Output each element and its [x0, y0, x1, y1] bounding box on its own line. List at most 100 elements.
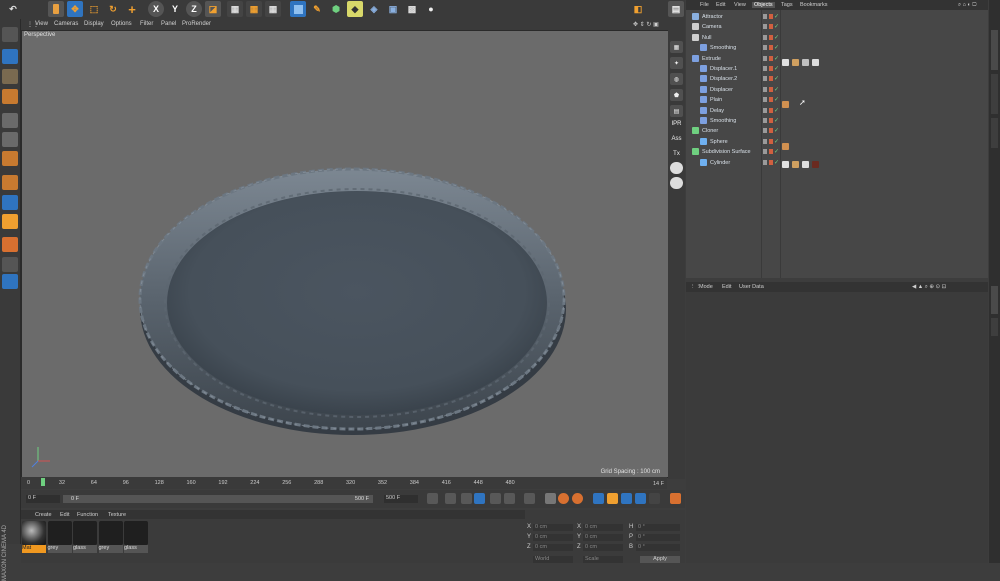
visibility-dots-icon[interactable]	[769, 66, 773, 71]
object-row[interactable]: Smoothing ✓	[686, 43, 988, 53]
position-field[interactable]: 0 cm	[533, 534, 573, 541]
menu-options[interactable]: Options	[111, 21, 132, 27]
polygons-mode-icon[interactable]	[2, 151, 18, 166]
visibility-dots-icon[interactable]	[769, 76, 773, 82]
phong-tag-icon[interactable]	[782, 59, 789, 66]
keyframe-selection-icon[interactable]	[572, 493, 583, 504]
visibility-dots-icon[interactable]	[769, 14, 773, 19]
menu-display[interactable]: Display	[84, 21, 104, 27]
layer-flag-icon[interactable]	[763, 24, 767, 30]
previous-frame-icon[interactable]	[461, 493, 472, 504]
attr-nav-icons[interactable]: ◀ ▲ ⌕ ⊕ ⊙ ⊡	[912, 284, 946, 291]
camera-icon[interactable]: ▣	[385, 1, 401, 17]
menu-cameras[interactable]: Cameras	[54, 21, 78, 27]
next-frame-icon[interactable]	[490, 493, 501, 504]
material-swatch[interactable]: glass	[124, 521, 148, 553]
render-view-icon[interactable]: ▦	[227, 1, 243, 17]
snap-icon[interactable]	[2, 214, 18, 229]
visibility-dots-icon[interactable]	[769, 24, 773, 30]
object-row[interactable]: Plain ✓	[686, 95, 988, 105]
points-mode-icon[interactable]	[2, 113, 18, 128]
undo-icon[interactable]: ↶	[5, 1, 21, 17]
enable-axis-icon[interactable]	[2, 237, 18, 252]
phong-tag-icon[interactable]	[782, 161, 789, 168]
menu-prorender[interactable]: ProRender	[182, 21, 211, 27]
z-axis-icon[interactable]: Z	[186, 1, 202, 17]
planar-workplane-icon[interactable]	[2, 274, 18, 289]
material-tag-icon[interactable]	[792, 59, 799, 66]
object-name[interactable]: Plain	[710, 97, 722, 103]
layer-flag-icon[interactable]	[763, 128, 767, 134]
layer-flag-icon[interactable]	[763, 14, 767, 19]
visibility-dots-icon[interactable]	[769, 118, 773, 123]
enabled-check-icon[interactable]: ✓	[774, 65, 779, 72]
enabled-check-icon[interactable]: ✓	[774, 13, 779, 20]
enabled-check-icon[interactable]: ✓	[774, 23, 779, 30]
enabled-check-icon[interactable]: ✓	[774, 148, 779, 155]
menu-view[interactable]: View	[734, 2, 746, 8]
locked-workplane-icon[interactable]	[2, 257, 18, 272]
timeline-ruler[interactable]: 0 32 64 96 128 160 192 224 256 288 320 352 384 416 448…	[21, 477, 667, 489]
object-row[interactable]: Displacer.1 ✓	[686, 64, 988, 74]
playhead[interactable]	[41, 478, 46, 486]
light-bulb-icon[interactable]: ✦	[670, 57, 683, 69]
object-row[interactable]: Smoothing ✓	[686, 116, 988, 126]
texture-mode-icon[interactable]	[2, 69, 18, 84]
rotation-field[interactable]: 0 °	[636, 524, 680, 531]
tweak-mode-icon[interactable]	[2, 195, 18, 210]
object-row[interactable]: Delay ✓	[686, 106, 988, 116]
object-name[interactable]: Smoothing	[710, 118, 736, 124]
menu-edit[interactable]: Edit	[722, 284, 731, 290]
layer-flag-icon[interactable]	[763, 45, 767, 51]
scale-key-icon[interactable]	[607, 493, 618, 504]
layer-flag-icon[interactable]	[763, 97, 767, 103]
object-mode-icon[interactable]	[2, 49, 18, 64]
3d-viewport[interactable]: Perspective Grid Spacing: 100 cm	[21, 30, 669, 478]
visibility-dots-icon[interactable]	[769, 86, 773, 92]
layout-switch-icon[interactable]: ▤	[668, 1, 684, 17]
material-tag-icon[interactable]	[802, 59, 809, 66]
visibility-dots-icon[interactable]	[769, 34, 773, 40]
rotate-icon[interactable]: ↻	[105, 1, 121, 17]
camera-view-icon[interactable]: ▩	[404, 1, 420, 17]
scene-icon[interactable]: ◈	[366, 1, 382, 17]
material-swatch[interactable]: grey	[47, 521, 72, 553]
size-field[interactable]: 0 cm	[583, 524, 623, 531]
deformer-icon[interactable]: ◆	[347, 1, 363, 17]
pause-icon[interactable]	[474, 493, 485, 504]
visibility-dots-icon[interactable]	[769, 97, 773, 103]
shield-icon[interactable]: ⬟	[670, 89, 683, 101]
menu-tags[interactable]: Tags	[781, 2, 793, 8]
layer-flag-icon[interactable]	[763, 76, 767, 82]
checker-tag-icon[interactable]	[802, 161, 809, 168]
menu-file[interactable]: File	[700, 2, 709, 8]
tab-objects[interactable]	[991, 30, 998, 70]
content-browser-icon[interactable]: ▦	[670, 41, 683, 53]
enabled-check-icon[interactable]: ✓	[774, 75, 779, 82]
edges-mode-icon[interactable]	[2, 132, 18, 147]
material-swatch[interactable]: glass	[73, 521, 97, 553]
live-selection-icon[interactable]	[48, 1, 64, 17]
material-tag-icon[interactable]	[812, 161, 819, 168]
visibility-dots-icon[interactable]	[769, 149, 773, 155]
light-icon[interactable]: ●	[423, 1, 439, 17]
rotation-field[interactable]: 0 °	[636, 544, 680, 551]
menu-filter[interactable]: Filter	[140, 21, 153, 27]
apply-button[interactable]: Apply	[640, 556, 680, 563]
object-row[interactable]: Subdivision Surface ✓	[686, 147, 988, 157]
tab-attributes[interactable]	[991, 286, 998, 314]
object-name[interactable]: Sphere	[710, 139, 728, 145]
enabled-check-icon[interactable]: ✓	[774, 107, 779, 114]
enabled-check-icon[interactable]: ✓	[774, 44, 779, 51]
world-coords-icon[interactable]: ◪	[205, 1, 221, 17]
start-frame-field[interactable]: 0 F	[26, 495, 60, 503]
menu-bookmarks[interactable]: Bookmarks	[800, 2, 828, 8]
object-name[interactable]: Delay	[710, 108, 724, 114]
object-name[interactable]: Displacer	[710, 87, 733, 93]
layer-flag-icon[interactable]	[763, 159, 767, 165]
object-name[interactable]: Extrude	[702, 56, 721, 62]
enabled-check-icon[interactable]: ✓	[774, 138, 779, 145]
object-row[interactable]: Cylinder ✓	[686, 158, 988, 168]
subdivision-icon[interactable]: ⬢	[328, 1, 344, 17]
object-row[interactable]: Attractor ✓	[686, 12, 988, 22]
